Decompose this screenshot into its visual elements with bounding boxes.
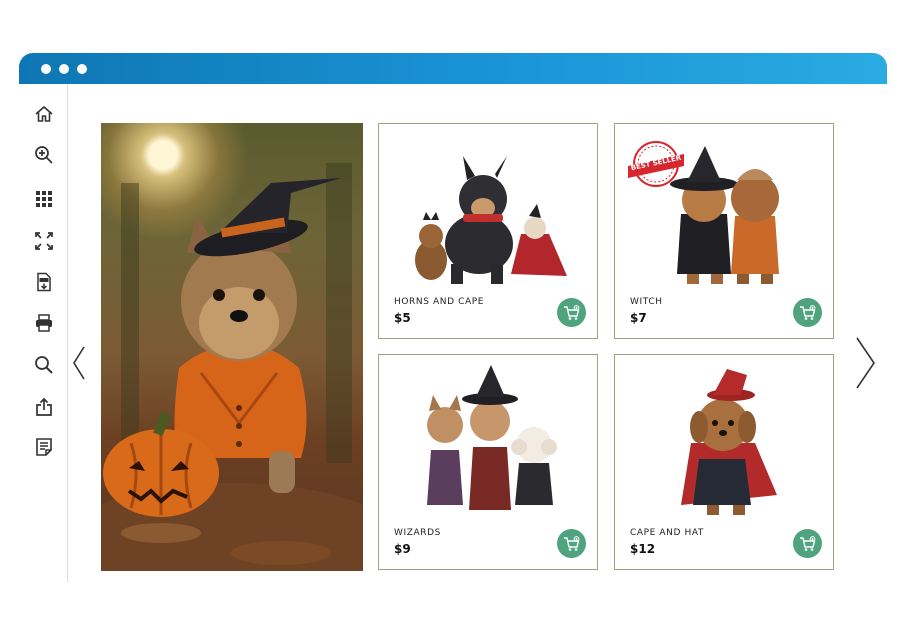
product-price: $5	[394, 311, 411, 325]
product-photo-horns-and-cape	[415, 156, 567, 284]
grid-view-button[interactable]	[33, 188, 55, 210]
pdf-download-icon	[37, 272, 51, 292]
pdf-download-button[interactable]	[33, 271, 55, 293]
best-seller-badge: BEST SELLER	[626, 140, 686, 188]
prev-page-button[interactable]	[70, 345, 88, 385]
sidebar-toolbar	[19, 84, 68, 582]
product-name: WIZARDS	[394, 528, 441, 538]
product-price: $9	[394, 542, 411, 556]
window-dot[interactable]	[77, 64, 87, 74]
product-card[interactable]: CAPE AND HAT $12	[614, 354, 834, 570]
print-icon	[36, 314, 52, 332]
home-button[interactable]	[33, 103, 55, 125]
dog-witch-hat-photo	[101, 163, 363, 571]
product-card[interactable]: BEST SELLER WITCH $7	[614, 123, 834, 339]
fullscreen-button[interactable]	[33, 230, 55, 252]
product-card[interactable]: HORNS AND CAPE $5	[378, 123, 598, 339]
product-name: WITCH	[630, 297, 663, 307]
product-card[interactable]: WIZARDS $9	[378, 354, 598, 570]
add-to-cart-button[interactable]	[793, 298, 822, 327]
share-button[interactable]	[33, 396, 55, 418]
next-page-button[interactable]	[853, 336, 879, 394]
notes-icon	[36, 438, 52, 456]
window-title-bar	[19, 53, 887, 84]
window-dot[interactable]	[41, 64, 51, 74]
product-photo-cape-and-hat	[681, 369, 777, 515]
print-button[interactable]	[33, 312, 55, 334]
share-icon	[36, 397, 52, 416]
product-price: $12	[630, 542, 656, 556]
product-name: HORNS AND CAPE	[394, 297, 485, 307]
cart-icon	[563, 535, 579, 551]
zoom-in-icon	[35, 146, 53, 164]
grid-icon	[36, 191, 52, 207]
product-price: $7	[630, 311, 647, 325]
window-dot[interactable]	[59, 64, 69, 74]
search-icon	[35, 356, 53, 374]
add-to-cart-button[interactable]	[557, 298, 586, 327]
zoom-in-button[interactable]	[33, 144, 55, 166]
product-photo-wizards	[427, 365, 557, 510]
fullscreen-icon	[35, 232, 53, 250]
next-arrow-icon	[856, 337, 875, 389]
home-icon	[35, 106, 53, 122]
cart-icon	[799, 304, 815, 320]
add-to-cart-button[interactable]	[793, 529, 822, 558]
cart-icon	[563, 304, 579, 320]
cart-icon	[799, 535, 815, 551]
notes-button[interactable]	[33, 436, 55, 458]
product-name: CAPE AND HAT	[630, 528, 705, 538]
search-button[interactable]	[33, 354, 55, 376]
prev-arrow-icon	[73, 346, 85, 380]
hero-photo	[101, 123, 363, 571]
add-to-cart-button[interactable]	[557, 529, 586, 558]
